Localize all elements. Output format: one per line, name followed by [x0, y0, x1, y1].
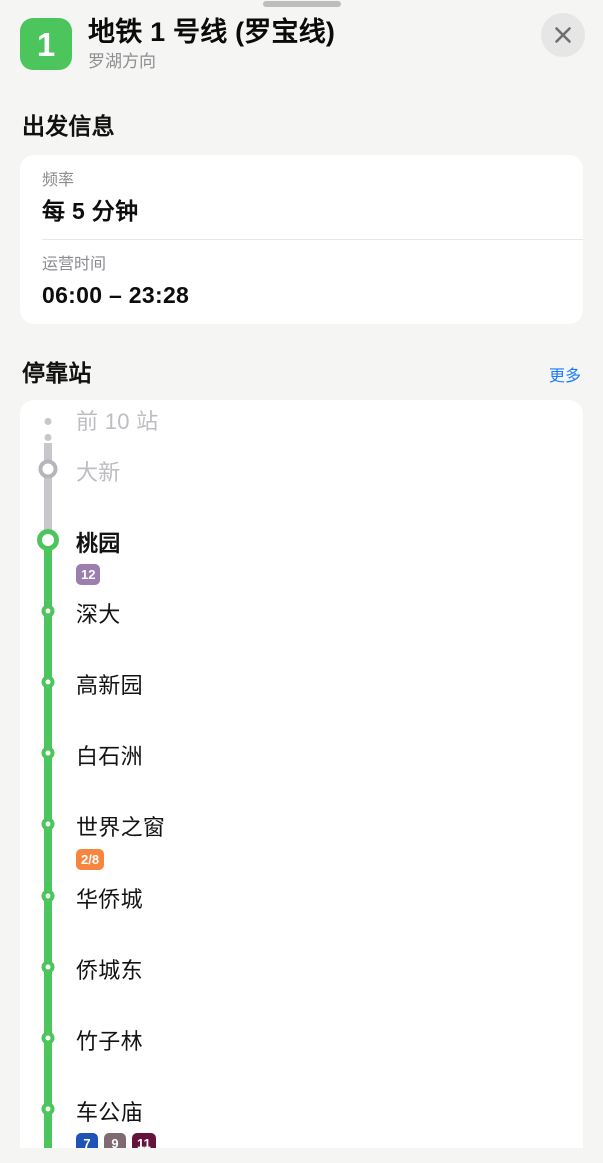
- stop-node-icon: [41, 960, 55, 974]
- stop-body: 华侨城: [76, 870, 583, 914]
- header-title-block: 地铁 1 号线 (罗宝线) 罗湖方向: [88, 14, 583, 73]
- frequency-value: 每 5 分钟: [42, 197, 139, 224]
- departure-info-card: 频率 每 5 分钟 运营时间 06:00 – 23:28: [20, 154, 583, 324]
- collapsed-stops-label: 前 10 站: [76, 408, 159, 434]
- stops-more-link[interactable]: 更多: [549, 362, 581, 386]
- timeline-rail: [20, 727, 76, 799]
- stop-node-icon: [41, 1031, 55, 1045]
- stop-name-label: 白石洲: [76, 744, 143, 770]
- line-number-badge: 1: [20, 18, 72, 70]
- departure-section-title: 出发信息: [22, 112, 115, 139]
- frequency-label: 频率: [42, 171, 75, 189]
- sheet-header: 1 地铁 1 号线 (罗宝线) 罗湖方向: [0, 0, 603, 73]
- operating-hours-label: 运营时间: [42, 256, 107, 274]
- transfer-line-badge[interactable]: 9: [104, 1133, 126, 1148]
- rail-segment-below: [44, 753, 52, 799]
- stop-name-label: 世界之窗: [76, 815, 166, 841]
- stop-node-icon: [41, 746, 55, 760]
- stop-name-label: 华侨城: [76, 886, 143, 912]
- rail-segment-below: [44, 824, 52, 870]
- stop-node-icon: [37, 528, 59, 551]
- transfer-line-badge[interactable]: 11: [132, 1133, 156, 1148]
- stop-body: 侨城东: [76, 941, 583, 985]
- stop-name-label: 大新: [76, 459, 121, 485]
- timeline-rail: [20, 869, 76, 941]
- stop-body: 高新园: [76, 656, 583, 700]
- stop-row[interactable]: 侨城东: [20, 940, 583, 1012]
- operating-hours-row: 运营时间 06:00 – 23:28: [20, 239, 583, 324]
- transit-line-sheet: 1 地铁 1 号线 (罗宝线) 罗湖方向 出发信息 频率 每 5 分钟 运营时间…: [0, 0, 603, 1163]
- transfer-badges: 7 9 11: [76, 1133, 567, 1148]
- close-button[interactable]: [541, 13, 585, 57]
- transfer-line-badge[interactable]: 7: [76, 1133, 98, 1148]
- stop-node-icon: [41, 675, 55, 689]
- line-number-label: 1: [36, 25, 56, 63]
- transfer-badges: 12: [76, 564, 567, 586]
- stop-name-label: 侨城东: [76, 957, 143, 983]
- rail-segment-below: [44, 611, 52, 657]
- stops-section-header: 停靠站 更多: [0, 354, 603, 388]
- stop-body: 白石洲: [76, 727, 583, 771]
- close-icon: [555, 27, 571, 43]
- stop-body: 深大: [76, 585, 583, 629]
- stop-node-icon: [41, 1102, 55, 1116]
- rail-segment-below: [44, 682, 52, 728]
- timeline-rail: [20, 940, 76, 1012]
- stop-body: 桃园 12: [76, 514, 583, 586]
- stop-name-label: 桃园: [76, 530, 121, 556]
- timeline-rail: [20, 585, 76, 657]
- stop-name-label: 竹子林: [76, 1028, 143, 1054]
- timeline-rail: [20, 798, 76, 870]
- stop-row[interactable]: 世界之窗 2/8: [20, 798, 583, 870]
- timeline-rail: [20, 442, 76, 514]
- departure-section-header: 出发信息: [0, 107, 603, 141]
- stop-body: 车公庙 7 9 11: [76, 1083, 583, 1148]
- transfer-line-badge[interactable]: 12: [76, 564, 101, 586]
- stop-node-icon: [41, 889, 55, 903]
- stop-row[interactable]: 桃园 12: [20, 513, 583, 586]
- stop-node-icon: [38, 459, 58, 479]
- rail-segment-below: [44, 1037, 52, 1083]
- stop-row[interactable]: 大新: [20, 442, 583, 514]
- stop-row[interactable]: 高新园: [20, 656, 583, 728]
- route-direction-label: 罗湖方向: [88, 52, 156, 72]
- rail-segment-below: [44, 895, 52, 941]
- transfer-badges: 2/8: [76, 848, 567, 870]
- stop-name-label: 车公庙: [76, 1099, 143, 1125]
- timeline-rail: [20, 656, 76, 728]
- stop-node-icon: [41, 604, 55, 618]
- transfer-line-badge[interactable]: 2/8: [76, 848, 105, 870]
- stop-row[interactable]: 华侨城: [20, 869, 583, 941]
- stops-list: 前 10 站大新桃园 12 深大高新园白石洲世界之窗 2/8 华侨城侨城东竹子林车公庙 7…: [20, 400, 583, 1148]
- timeline-rail: [20, 1082, 76, 1148]
- timeline-rail: [20, 513, 76, 586]
- collapsed-stops-row[interactable]: 前 10 站: [20, 400, 583, 457]
- stop-name-label: 高新园: [76, 673, 143, 699]
- page-title: 地铁 1 号线 (罗宝线): [88, 17, 336, 47]
- operating-hours-value: 06:00 – 23:28: [42, 282, 190, 309]
- stop-row[interactable]: 车公庙 7 9 11: [20, 1082, 583, 1148]
- stops-card: 前 10 站大新桃园 12 深大高新园白石洲世界之窗 2/8 华侨城侨城东竹子林车公庙 7…: [20, 399, 583, 1148]
- timeline-rail: [20, 1011, 76, 1083]
- stop-body: 世界之窗 2/8: [76, 798, 583, 870]
- stop-body: 竹子林: [76, 1012, 583, 1056]
- stop-row[interactable]: 深大: [20, 585, 583, 657]
- frequency-row: 频率 每 5 分钟: [20, 155, 583, 240]
- stop-row[interactable]: 白石洲: [20, 727, 583, 799]
- stop-name-label: 深大: [76, 602, 121, 628]
- stop-body: 大新: [76, 443, 583, 487]
- stops-section-title: 停靠站: [22, 359, 92, 386]
- rail-segment-below: [44, 966, 52, 1012]
- stop-node-icon: [41, 817, 55, 831]
- stop-row[interactable]: 竹子林: [20, 1011, 583, 1083]
- timeline-rail: [20, 400, 76, 457]
